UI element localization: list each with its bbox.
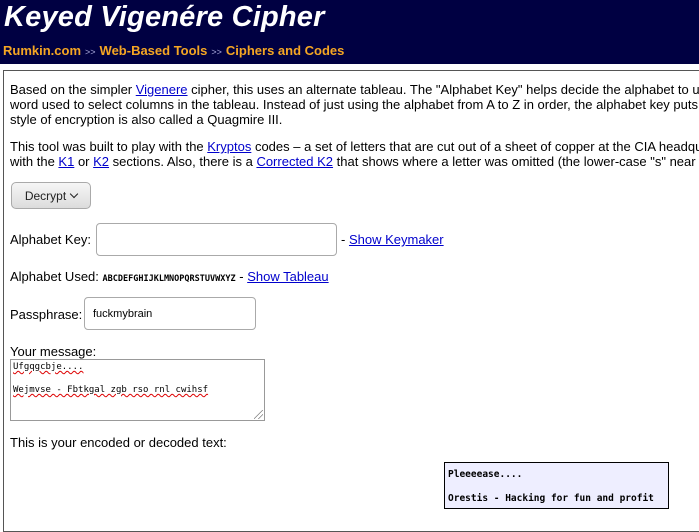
mode-select-value: Decrypt xyxy=(24,188,67,203)
chevron-down-icon xyxy=(69,189,79,199)
message-label: Your message: xyxy=(10,344,97,359)
output-text-box: Pleeeease.... Orestis - Hacking for fun a… xyxy=(444,462,669,509)
resize-handle[interactable] xyxy=(254,410,263,419)
output-line-1: Pleeeease.... xyxy=(448,469,523,480)
message-textarea[interactable]: Ufgqgcbje.... Wejmvse - Fbtkgal zgb rso … xyxy=(10,359,265,421)
vigenere-link[interactable]: Vigenere xyxy=(136,82,188,97)
intro-paragraph-2-line-1: This tool was built to play with the Kry… xyxy=(10,139,699,154)
output-line-2: Orestis - Hacking for fun and profit xyxy=(448,493,654,504)
alphabet-used-value: ABCDEFGHIJKLMNOPQRSTUVWXYZ xyxy=(102,274,236,284)
breadcrumb-link-web-tools[interactable]: Web-Based Tools xyxy=(100,43,208,58)
alphabet-key-input[interactable] xyxy=(96,223,337,256)
message-line-2: Wejmvse - Fbtkgal zgb rso rnl cwihsf xyxy=(13,385,209,395)
main-content: Based on the simpler Vigenere cipher, th… xyxy=(3,70,699,532)
intro-paragraph-1-line-2: word used to select columns in the table… xyxy=(10,97,698,112)
corrected-k2-link[interactable]: Corrected K2 xyxy=(256,154,333,169)
kryptos-link[interactable]: Kryptos xyxy=(207,139,251,154)
breadcrumb-separator: >> xyxy=(211,47,222,57)
passphrase-label: Passphrase: xyxy=(10,307,83,322)
alphabet-key-extras: - Show Keymaker xyxy=(341,232,444,247)
page-title: Keyed Vigenére Cipher xyxy=(4,1,325,33)
show-keymaker-link[interactable]: Show Keymaker xyxy=(349,232,444,247)
alphabet-used-label: Alphabet Used: xyxy=(10,269,99,284)
intro-paragraph-1-line-3: style of encryption is also called a Qua… xyxy=(10,112,283,127)
alphabet-key-label: Alphabet Key: xyxy=(10,232,91,247)
output-label: This is your encoded or decoded text: xyxy=(10,435,227,450)
alphabet-used-row: Alphabet Used: ABCDEFGHIJKLMNOPQRSTUVWXY… xyxy=(10,269,329,284)
breadcrumb: Rumkin.com >> Web-Based Tools >> Ciphers and… xyxy=(3,43,344,58)
breadcrumb-separator: >> xyxy=(85,47,96,57)
breadcrumb-link-rumkin[interactable]: Rumkin.com xyxy=(3,43,81,58)
mode-select[interactable]: Decrypt xyxy=(11,182,91,209)
passphrase-input[interactable]: fuckmybrain xyxy=(84,297,256,330)
k2-link[interactable]: K2 xyxy=(93,154,109,169)
message-line-1: Ufgqgcbje.... xyxy=(13,362,84,372)
intro-paragraph-2-line-2: with the K1 or K2 sections. Also, there … xyxy=(10,154,699,169)
show-tableau-link[interactable]: Show Tableau xyxy=(247,269,328,284)
breadcrumb-link-ciphers[interactable]: Ciphers and Codes xyxy=(226,43,344,58)
k1-link[interactable]: K1 xyxy=(58,154,74,169)
site-header: Keyed Vigenére Cipher Rumkin.com >> Web-Ba… xyxy=(0,0,699,64)
intro-paragraph-1-line-1: Based on the simpler Vigenere cipher, th… xyxy=(10,82,699,97)
